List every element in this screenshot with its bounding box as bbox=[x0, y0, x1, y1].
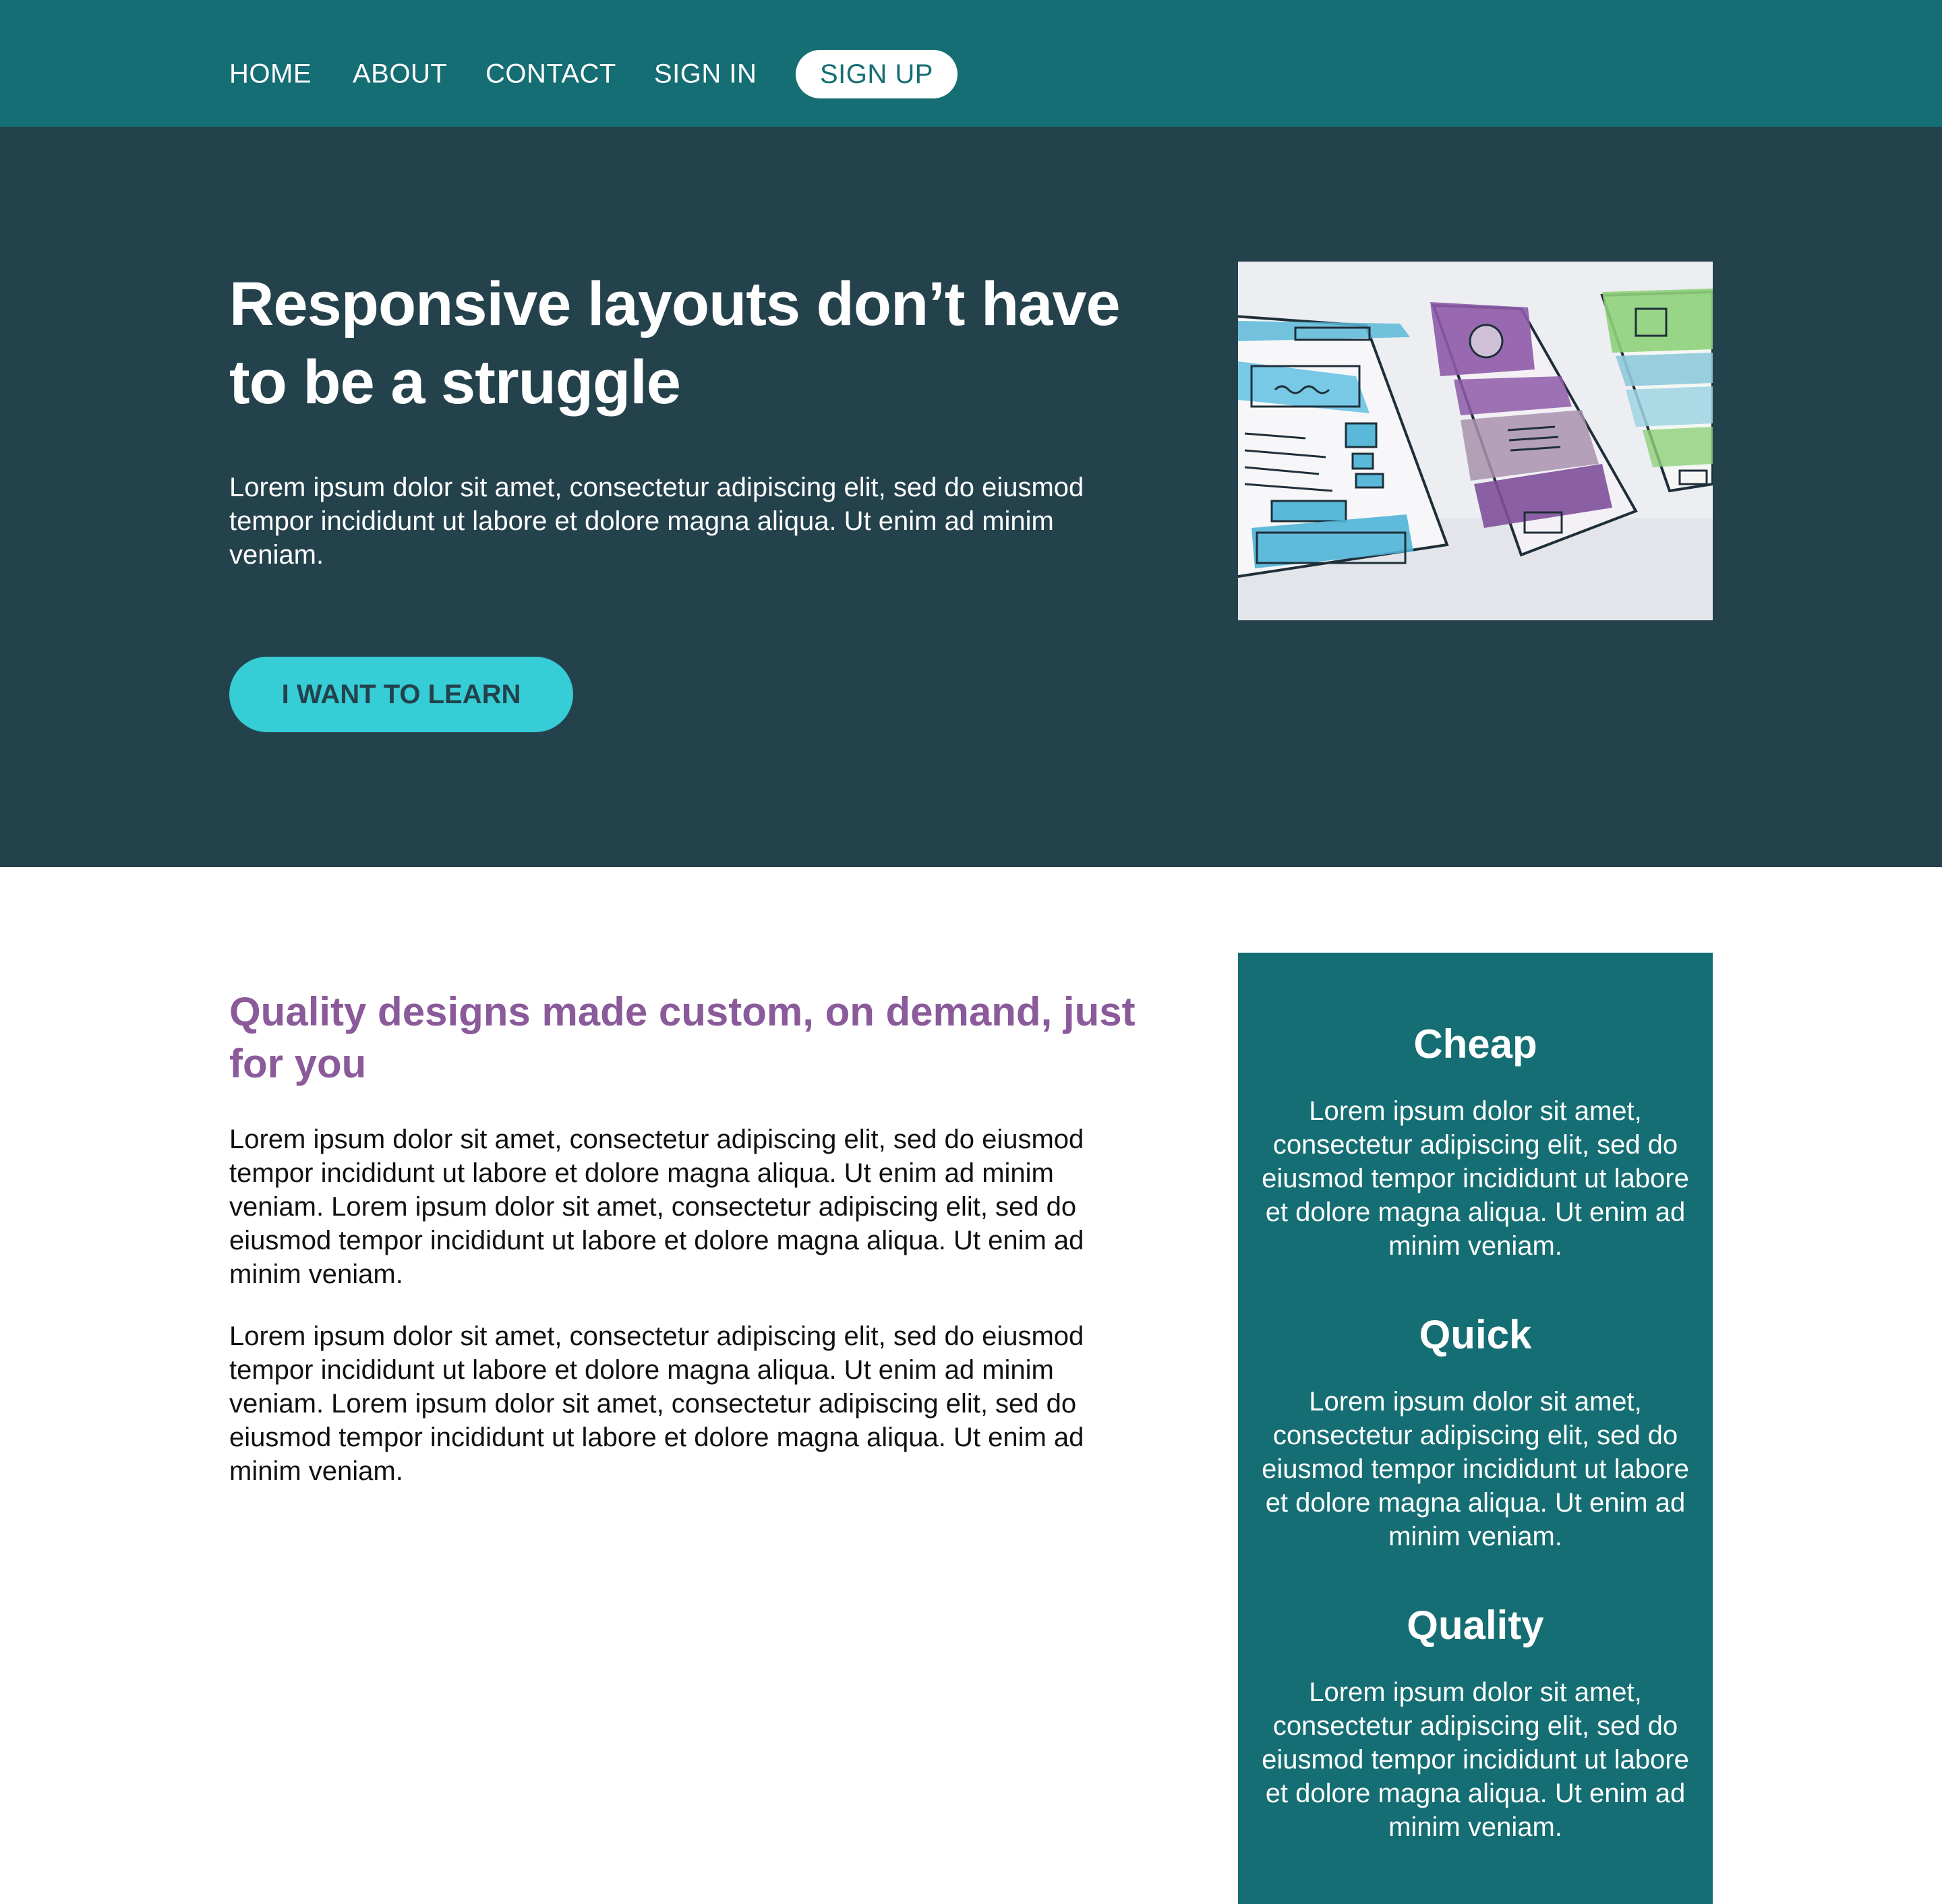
nav-link-home[interactable]: HOME bbox=[229, 59, 312, 90]
section-heading: Quality designs made custom, on demand, … bbox=[229, 989, 1136, 1086]
feature-title: Cheap bbox=[1413, 1021, 1537, 1067]
nav-link-sign-in[interactable]: SIGN IN bbox=[654, 59, 757, 90]
feature-title: Quality bbox=[1407, 1603, 1544, 1648]
hero-title: Responsive layouts don’t have to be a st… bbox=[229, 270, 1121, 417]
feature-description: Lorem ipsum dolor sit amet, consectetur … bbox=[1262, 1677, 1689, 1842]
nav-link-about[interactable]: ABOUT bbox=[353, 59, 447, 90]
nav-link-contact[interactable]: CONTACT bbox=[486, 59, 616, 90]
sign-up-button[interactable]: SIGN UP bbox=[796, 50, 958, 98]
features-sidebar: Cheap Lorem ipsum dolor sit amet, consec… bbox=[1238, 953, 1713, 1904]
feature-description: Lorem ipsum dolor sit amet, consectetur … bbox=[1262, 1387, 1689, 1551]
body-paragraph: Lorem ipsum dolor sit amet, consectetur … bbox=[229, 1125, 1084, 1289]
hero-section: Responsive layouts don’t have to be a st… bbox=[0, 127, 1942, 867]
feature-card-quick: Quick Lorem ipsum dolor sit amet, consec… bbox=[1238, 1308, 1713, 1553]
body-paragraph: Lorem ipsum dolor sit amet, consectetur … bbox=[229, 1321, 1084, 1486]
hero-description: Lorem ipsum dolor sit amet, consectetur … bbox=[229, 473, 1084, 570]
feature-title: Quick bbox=[1419, 1312, 1532, 1357]
feature-description: Lorem ipsum dolor sit amet, consectetur … bbox=[1262, 1096, 1689, 1261]
learn-button[interactable]: I WANT TO LEARN bbox=[229, 657, 573, 732]
feature-card-cheap: Cheap Lorem ipsum dolor sit amet, consec… bbox=[1238, 1017, 1713, 1263]
wireframe-sketch-illustration bbox=[1238, 262, 1713, 620]
top-navigation: HOME ABOUT CONTACT SIGN IN SIGN UP bbox=[0, 0, 1942, 127]
feature-card-quality: Quality Lorem ipsum dolor sit amet, cons… bbox=[1238, 1599, 1713, 1844]
